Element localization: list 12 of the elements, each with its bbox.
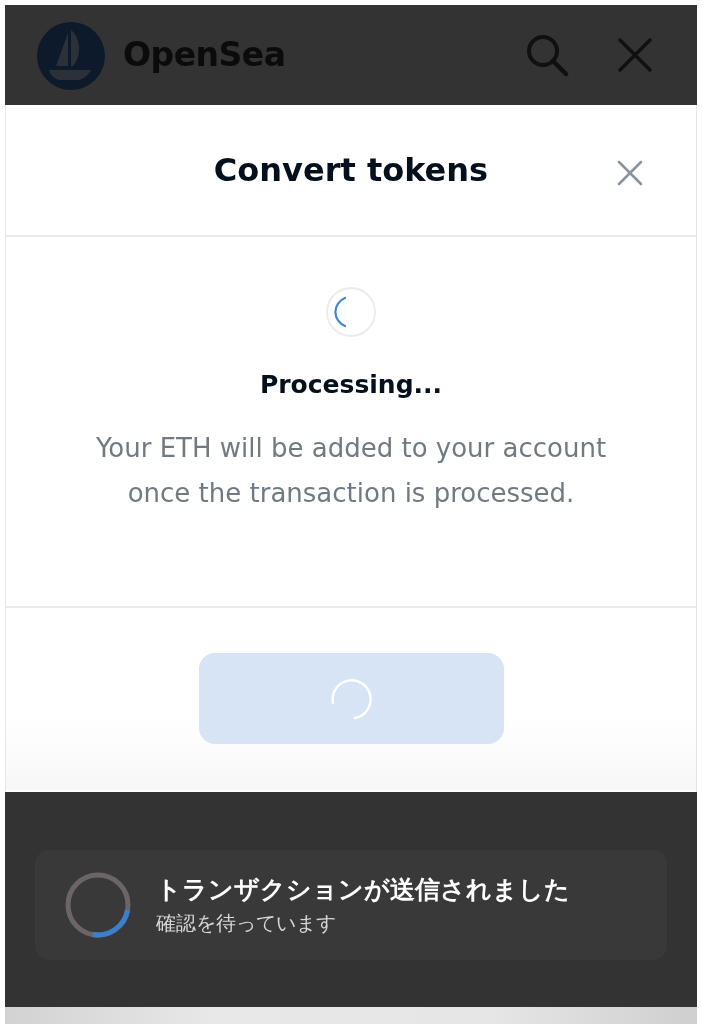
close-icon <box>617 160 643 186</box>
status-title: Processing... <box>259 369 443 401</box>
close-icon[interactable] <box>617 37 653 73</box>
close-button[interactable] <box>617 160 643 186</box>
status-message: Your ETH will be added to your account once the transaction is processed. <box>94 431 608 510</box>
loading-spinner-icon <box>325 286 377 338</box>
toast-title: トランザクションが送信されました <box>156 875 570 905</box>
progress-ring-icon <box>64 871 132 939</box>
ship-logo-icon[interactable] <box>35 20 107 90</box>
toast-subtitle: 確認を待っています <box>156 911 337 935</box>
search-icon[interactable] <box>525 33 569 77</box>
modal-title: Convert tokens <box>213 150 489 191</box>
